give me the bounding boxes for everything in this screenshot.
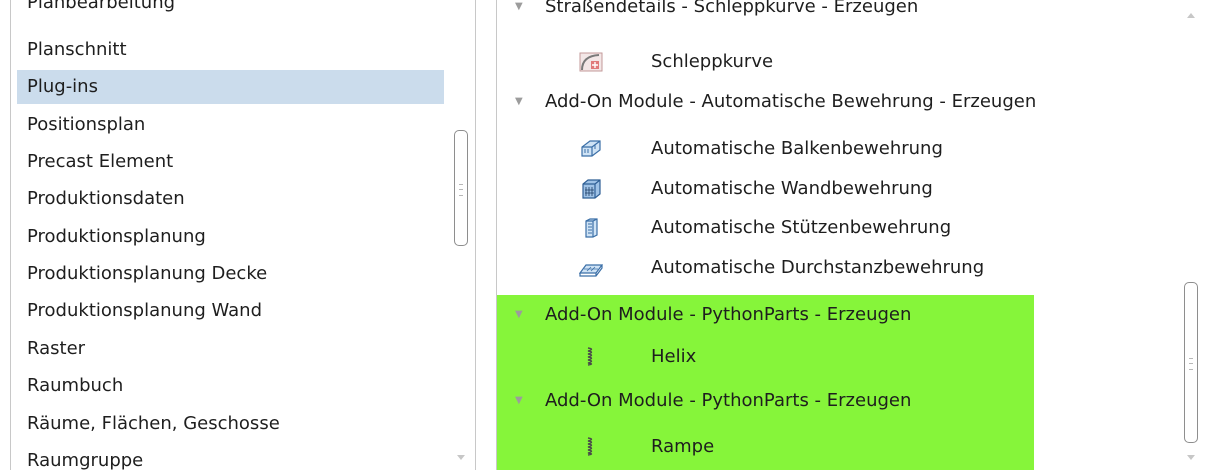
list-item-label: Planbearbeitung [27, 0, 176, 13]
scroll-up-icon[interactable] [1187, 13, 1195, 18]
tree-group-schleppkurve[interactable]: ▼ Straßendetails - Schleppkurve - Erzeug… [497, 0, 1137, 26]
list-item-produktionsplanung-wand[interactable]: Produktionsplanung Wand [17, 294, 444, 328]
tree-item-label: Automatische Balkenbewehrung [651, 138, 943, 159]
left-scrollbar-thumb[interactable] [454, 130, 468, 246]
panel-separator [476, 0, 496, 470]
right-scrollbar-thumb[interactable] [1184, 282, 1198, 443]
list-item-label: Räume, Flächen, Geschosse [27, 413, 280, 434]
tree-group-label: Straßendetails - Schleppkurve - Erzeugen [545, 0, 919, 17]
chevron-down-icon[interactable]: ▼ [515, 295, 523, 335]
scroll-grip-icon [459, 184, 463, 196]
tree-item-label: Rampe [651, 436, 715, 457]
list-item-label: Plug-ins [27, 76, 98, 97]
punching-reinforcement-icon [579, 264, 603, 277]
scroll-down-icon[interactable] [457, 455, 465, 460]
list-item-label: Raumgruppe [27, 450, 144, 470]
chevron-down-icon[interactable]: ▼ [515, 83, 523, 121]
ramp-icon [587, 437, 593, 456]
list-item-precast-element[interactable]: Precast Element [17, 145, 444, 179]
list-item-plug-ins[interactable]: Plug-ins [17, 70, 444, 104]
list-item-positionsplan[interactable]: Positionsplan [17, 108, 444, 142]
list-item-produktionsplanung-decke[interactable]: Produktionsplanung Decke [17, 257, 444, 291]
list-item-label: Positionsplan [27, 114, 146, 135]
list-item-label: Produktionsplanung [27, 226, 206, 247]
tree-item-label: Automatische Durchstanzbewehrung [651, 257, 985, 278]
tree-item-schleppkurve[interactable]: Schleppkurve [497, 43, 1137, 81]
list-item-raeume-flaechen-geschosse[interactable]: Räume, Flächen, Geschosse [17, 407, 444, 441]
list-item-raumgruppe[interactable]: Raumgruppe [17, 444, 444, 470]
list-item-produktionsplanung[interactable]: Produktionsplanung [17, 220, 444, 254]
plugin-tree-panel: ▼ Straßendetails - Schleppkurve - Erzeug… [496, 0, 1205, 470]
tree-group-label: Add-On Module - Automatische Bewehrung -… [545, 91, 1037, 112]
tree-item-durchstanzbewehrung[interactable]: Automatische Durchstanzbewehrung [497, 249, 1137, 287]
list-item-label: Raster [27, 338, 86, 359]
list-item-label: Raumbuch [27, 375, 124, 396]
wall-reinforcement-icon [582, 179, 601, 199]
schleppkurve-icon [579, 52, 603, 72]
list-item-label: Precast Element [27, 151, 174, 172]
list-item-label: Produktionsdaten [27, 188, 185, 209]
tree-item-label: Helix [651, 346, 697, 367]
tree-group-pythonparts-1[interactable]: ▼ Add-On Module - PythonParts - Erzeugen [497, 295, 1034, 335]
list-item-label: Planschnitt [27, 39, 127, 60]
category-list-panel: Planbearbeitung Planschnitt Plug-ins Pos… [10, 0, 476, 470]
list-item-raster[interactable]: Raster [17, 332, 444, 366]
list-item-planbearbeitung[interactable]: Planbearbeitung [17, 0, 444, 20]
tree-item-wandbewehrung[interactable]: Automatische Wandbewehrung [497, 170, 1137, 208]
list-item-label: Produktionsplanung Wand [27, 300, 263, 321]
tree-group-automatische-bewehrung[interactable]: ▼ Add-On Module - Automatische Bewehrung… [497, 83, 1137, 121]
tree-group-label: Add-On Module - PythonParts - Erzeugen [545, 390, 912, 411]
tree-item-label: Automatische Wandbewehrung [651, 178, 933, 199]
list-item-produktionsdaten[interactable]: Produktionsdaten [17, 182, 444, 216]
tree-item-helix[interactable]: Helix [497, 335, 1034, 379]
helix-icon [587, 347, 593, 366]
beam-reinforcement-icon [581, 140, 601, 157]
scroll-down-icon[interactable] [1187, 455, 1195, 460]
chevron-down-icon[interactable]: ▼ [515, 0, 523, 26]
tree-item-rampe[interactable]: Rampe [497, 423, 1034, 470]
tree-item-label: Automatische Stützenbewehrung [651, 217, 952, 238]
tree-item-label: Schleppkurve [651, 51, 774, 72]
list-item-planschnitt[interactable]: Planschnitt [17, 33, 444, 67]
tree-group-pythonparts-2[interactable]: ▼ Add-On Module - PythonParts - Erzeugen [497, 379, 1034, 423]
list-item-label: Produktionsplanung Decke [27, 263, 268, 284]
tree-item-balkenbewehrung[interactable]: Automatische Balkenbewehrung [497, 130, 1137, 168]
tree-group-label: Add-On Module - PythonParts - Erzeugen [545, 304, 912, 325]
chevron-down-icon[interactable]: ▼ [515, 379, 523, 423]
tree-item-stuetzenbewehrung[interactable]: Automatische Stützenbewehrung [497, 209, 1137, 247]
column-reinforcement-icon [585, 218, 598, 238]
list-item-raumbuch[interactable]: Raumbuch [17, 369, 444, 403]
scroll-grip-icon [1189, 358, 1193, 370]
